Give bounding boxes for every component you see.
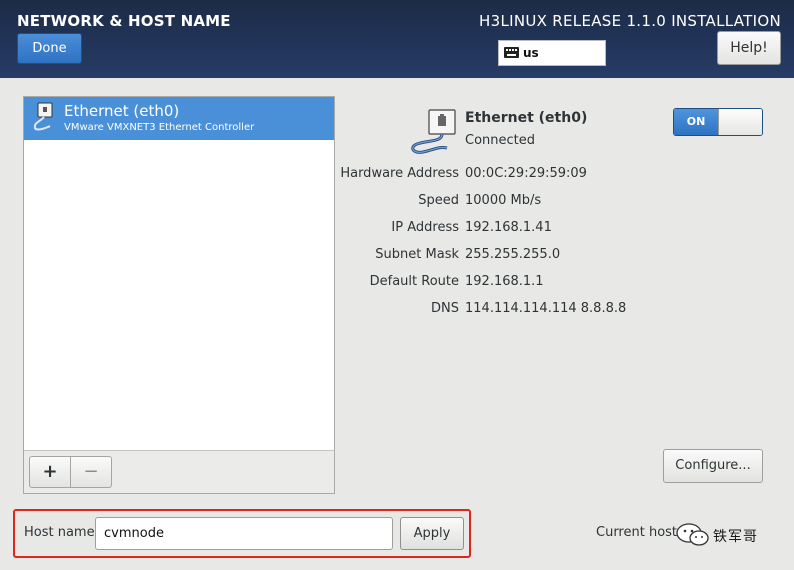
- ethernet-icon: [33, 102, 53, 131]
- property-label: Subnet Mask: [375, 247, 459, 262]
- hostname-section: Host name: cvmnode Apply: [13, 509, 471, 558]
- device-list: Ethernet (eth0) VMware VMXNET3 Ethernet …: [23, 96, 335, 494]
- connection-status: Connected: [465, 133, 536, 148]
- apply-button[interactable]: Apply: [400, 517, 464, 550]
- toggle-on-label: ON: [674, 109, 718, 135]
- property-value: 192.168.1.41: [465, 220, 552, 235]
- device-description: VMware VMXNET3 Ethernet Controller: [64, 122, 255, 133]
- property-label: IP Address: [391, 220, 459, 235]
- property-label: Default Route: [369, 274, 459, 289]
- property-row-hardware-address: Hardware Address 00:0C:29:29:59:09: [340, 166, 780, 184]
- property-value: 255.255.255.0: [465, 247, 561, 262]
- device-on-off-toggle[interactable]: ON: [673, 108, 763, 136]
- watermark: 铁军哥: [676, 521, 776, 549]
- toggle-knob: [718, 109, 762, 135]
- done-button[interactable]: Done: [17, 33, 82, 64]
- property-label: Speed: [418, 193, 459, 208]
- property-label: DNS: [431, 301, 459, 316]
- property-row-subnet-mask: Subnet Mask 255.255.255.0: [340, 247, 780, 265]
- device-item-eth0[interactable]: Ethernet (eth0) VMware VMXNET3 Ethernet …: [24, 97, 334, 140]
- device-list-toolbar: + −: [24, 450, 334, 493]
- keyboard-layout-indicator[interactable]: us: [498, 40, 606, 66]
- release-title: H3LINUX RELEASE 1.1.0 INSTALLATION: [479, 12, 781, 30]
- device-name: Ethernet (eth0): [64, 102, 180, 120]
- property-value: 192.168.1.1: [465, 274, 544, 289]
- property-value: 114.114.114.114 8.8.8.8: [465, 301, 627, 316]
- configure-button[interactable]: Configure...: [663, 449, 763, 483]
- add-device-button[interactable]: +: [29, 456, 71, 488]
- ethernet-detail-icon: [411, 109, 456, 154]
- wechat-logo-icon: [676, 523, 709, 546]
- top-header: NETWORK & HOST NAME Done H3LINUX RELEASE…: [0, 0, 794, 78]
- page-title: NETWORK & HOST NAME: [17, 12, 231, 30]
- current-hostname-label: Current host: [596, 525, 678, 540]
- hostname-input[interactable]: cvmnode: [95, 517, 393, 550]
- help-button[interactable]: Help!: [717, 31, 781, 65]
- property-row-ip-address: IP Address 192.168.1.41: [340, 220, 780, 238]
- keyboard-layout-label: us: [523, 46, 539, 60]
- property-value: 10000 Mb/s: [465, 193, 542, 208]
- property-value: 00:0C:29:29:59:09: [465, 166, 587, 181]
- remove-device-button[interactable]: −: [70, 456, 112, 488]
- keyboard-icon: [504, 47, 519, 58]
- property-row-speed: Speed 10000 Mb/s: [340, 193, 780, 211]
- watermark-text: 铁军哥: [713, 529, 758, 545]
- hostname-label: Host name:: [24, 525, 99, 540]
- property-row-dns: DNS 114.114.114.114 8.8.8.8: [340, 301, 780, 319]
- property-row-default-route: Default Route 192.168.1.1: [340, 274, 780, 292]
- property-label: Hardware Address: [340, 166, 459, 181]
- detail-device-name: Ethernet (eth0): [465, 110, 588, 126]
